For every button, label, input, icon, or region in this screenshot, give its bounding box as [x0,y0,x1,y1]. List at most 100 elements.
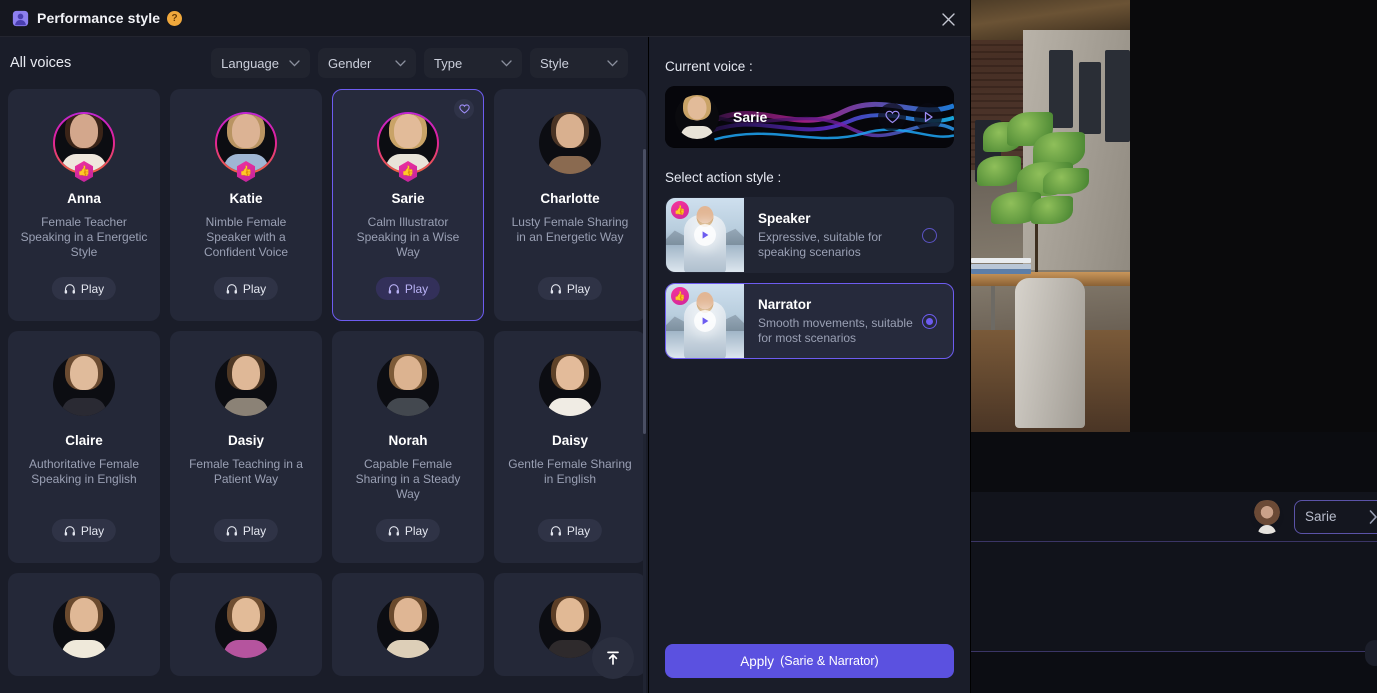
modal-titlebar: Performance style ? [0,0,970,37]
style-description: Smooth movements, suitable for most scen… [758,315,913,345]
apply-label: Apply [740,653,775,669]
avatar [53,596,115,658]
avatar-wrapper [539,596,601,658]
voice-card-sarie[interactable]: 👍 Sarie Calm Illustrator Speaking in a Wis… [332,89,484,321]
voice-description: Lusty Female Sharing in an Energetic Way [511,215,629,244]
headphones-icon [388,525,399,536]
voice-description: Female Teacher Speaking in a Energetic S… [20,215,148,259]
play-icon[interactable] [914,103,942,131]
play-button[interactable]: Play [51,277,117,300]
style-radio[interactable] [922,313,937,329]
avatar-wrapper [53,596,115,658]
voice-name: Claire [65,433,103,448]
voice-description: Calm Illustrator Speaking in a Wise Way [356,215,460,259]
filter-language-label: Language [221,55,279,71]
filter-language[interactable]: Language [211,48,310,78]
settings-pane: Current voice : Sarie Select action styl… [649,37,970,693]
heart-icon[interactable] [878,103,906,131]
chevron-down-icon [395,59,406,67]
current-voice-label: Current voice : [665,59,753,74]
voice-card-norah[interactable]: Norah Capable Female Sharing in a Steady … [332,331,484,563]
avatar-wrapper [539,354,601,416]
heart-icon[interactable] [454,99,474,119]
chevron-down-icon [289,59,300,67]
action-style-speaker[interactable]: 👍 Speaker Expressive, suitable for speakin… [665,197,954,273]
avatar [377,354,439,416]
play-icon[interactable] [694,224,716,246]
play-label: Play [404,281,429,296]
scroll-to-top-icon[interactable] [592,637,634,679]
chevron-down-icon [501,59,512,67]
avatar [53,354,115,416]
play-button[interactable]: Play [213,277,279,300]
apply-button[interactable]: Apply (Sarie & Narrator) [665,644,954,678]
voice-card-partial[interactable] [170,573,322,676]
filter-type[interactable]: Type [424,48,522,78]
performance-style-modal: Performance style ? All voices Language [0,0,971,693]
play-icon[interactable] [694,310,716,332]
thumbs-up-icon: 👍 [671,201,689,219]
style-title: Narrator [758,296,812,312]
avatar-wrapper: 👍 [53,112,115,182]
voice-description: Capable Female Sharing in a Steady Way [355,457,461,501]
play-button[interactable]: Play [375,519,441,542]
help-icon[interactable]: ? [167,10,183,26]
headphones-icon [226,283,237,294]
voice-name: Katie [229,191,263,206]
voice-card-claire[interactable]: Claire Authoritative Female Speaking in E… [8,331,160,563]
headphones-icon [64,525,75,536]
voice-chip[interactable]: Sarie [1294,499,1377,534]
headphones-icon [550,283,561,294]
voice-card-partial[interactable] [8,573,160,676]
voice-card-charlotte[interactable]: Charlotte Lusty Female Sharing in an Ener… [494,89,646,321]
style-title: Speaker [758,210,811,226]
voice-card-katie[interactable]: 👍 Katie Nimble Female Speaker with a Confi… [170,89,322,321]
voices-scrollbar[interactable] [643,149,646,693]
play-button[interactable]: Play [213,519,279,542]
play-label: Play [566,523,591,538]
voices-scroll-area[interactable]: 👍 Anna Female Teacher Speaking in a Energe… [0,89,648,693]
play-label: Play [242,523,267,538]
avatar-wrapper: 👍 [377,112,439,182]
filter-type-label: Type [434,55,463,71]
background-side-knob[interactable] [1365,640,1377,666]
voice-name: Anna [67,191,101,206]
filter-gender-label: Gender [328,55,372,71]
avatar-wrapper: 👍 [215,112,277,182]
play-button[interactable]: Play [51,519,117,542]
voice-card-anna[interactable]: 👍 Anna Female Teacher Speaking in a Energe… [8,89,160,321]
voice-card-dasiy[interactable]: Dasiy Female Teaching in a Patient Way Pla… [170,331,322,563]
voice-card-partial[interactable] [332,573,484,676]
filter-gender[interactable]: Gender [318,48,416,78]
voice-name: Norah [388,433,428,448]
style-radio[interactable] [922,227,937,243]
avatar-wrapper [377,596,439,658]
avatar [215,354,277,416]
close-icon[interactable] [936,7,960,31]
voices-grid: 👍 Anna Female Teacher Speaking in a Energe… [0,89,648,676]
avatar-wrapper [215,596,277,658]
filter-style[interactable]: Style [530,48,628,78]
voice-card-daisy[interactable]: Daisy Gentle Female Sharing in English Pla… [494,331,646,563]
filter-bar: All voices Language Gender Type Style [0,37,648,89]
avatar-person-icon [12,10,29,26]
apply-detail: (Sarie & Narrator) [780,654,879,668]
action-style-narrator[interactable]: 👍 Narrator Smooth movements, suitable for … [665,283,954,359]
style-description: Expressive, suitable for speaking scenar… [758,229,883,259]
play-button[interactable]: Play [537,277,603,300]
avatar-wrapper [539,112,601,174]
voice-name: Daisy [551,433,589,448]
play-label: Play [404,523,429,538]
all-voices-label: All voices [10,55,72,71]
filter-style-label: Style [540,55,569,71]
voice-description: Nimble Female Speaker with a Confident V… [203,215,289,259]
voice-name: Dasiy [227,433,265,448]
play-button[interactable]: Play [375,277,441,300]
action-style-label: Select action style : [665,170,782,185]
current-voice-name: Sarie [733,109,768,125]
avatar [215,596,277,658]
avatar [539,112,601,174]
video-preview-frame [963,0,1130,432]
avatar-wrapper [377,354,439,416]
play-button[interactable]: Play [537,519,603,542]
